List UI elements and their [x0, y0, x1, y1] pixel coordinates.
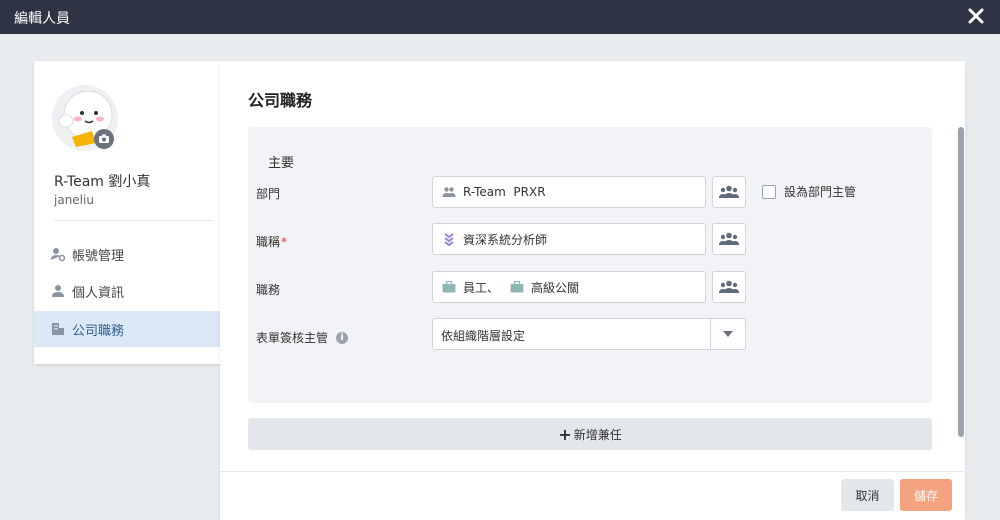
sidebar-divider	[54, 220, 214, 221]
sidebar-item-label: 公司職務	[72, 323, 125, 339]
department-label-text: 部門	[256, 187, 281, 201]
department-field[interactable]: R-Team PRXR	[432, 176, 706, 208]
sidebar-item-account[interactable]: 帳號管理	[34, 236, 220, 272]
footer-divider	[220, 471, 965, 472]
close-icon	[968, 8, 984, 24]
duty-value-1: 員工、	[463, 280, 500, 295]
set-dept-manager-checkbox[interactable]: 設為部門主管	[762, 183, 856, 200]
set-dept-manager-label: 設為部門主管	[784, 185, 857, 199]
group-icon	[441, 184, 457, 200]
info-icon[interactable]: i	[336, 331, 349, 344]
people-picker-icon	[719, 232, 739, 245]
sidebar-item-label: 帳號管理	[72, 248, 125, 264]
job-title-picker-button[interactable]	[712, 223, 746, 255]
primary-section: 主要 部門 R-Team PRXR 設為部門主管 職稱 * 資深系統分析師 職務…	[248, 127, 932, 403]
section-title: 主要	[268, 156, 295, 171]
profile-sidebar: R-Team 劉小真 janeliu 帳號管理 個人資訊 公司職務	[34, 61, 220, 364]
job-title-field[interactable]: 資深系統分析師	[432, 223, 706, 255]
required-mark: *	[281, 234, 288, 249]
page-title: 公司職務	[248, 91, 313, 110]
department-value: R-Team PRXR	[463, 185, 546, 199]
approver-label: 表單簽核主管 i	[256, 329, 349, 346]
close-button[interactable]	[964, 4, 988, 28]
company-duty-panel: 公司職務 主要 部門 R-Team PRXR 設為部門主管 職稱 * 資深系統分…	[220, 61, 965, 520]
chevron-down-icon	[723, 331, 733, 337]
approver-value: 依組織階層設定	[441, 329, 526, 343]
job-title-value: 資深系統分析師	[463, 232, 548, 247]
job-title-label-text: 職稱	[256, 235, 281, 249]
dialog-titlebar: 編輯人員	[0, 0, 1000, 34]
rank-icon	[441, 231, 457, 247]
people-picker-icon	[719, 185, 739, 198]
sidebar-item-company-duty[interactable]: 公司職務	[34, 311, 220, 347]
dialog-title: 編輯人員	[14, 11, 70, 27]
briefcase-icon	[441, 279, 457, 295]
department-label: 部門	[256, 185, 280, 202]
account-settings-icon	[50, 246, 66, 262]
save-button[interactable]: 儲存	[900, 479, 952, 511]
duty-label-text: 職務	[256, 283, 281, 297]
approver-label-text: 表單簽核主管	[256, 331, 329, 345]
camera-icon	[99, 134, 109, 143]
user-name: R-Team 劉小真	[54, 174, 151, 190]
scrollbar-thumb[interactable]	[958, 127, 964, 437]
add-concurrent-label: 新增兼任	[573, 427, 622, 442]
duty-picker-button[interactable]	[712, 271, 746, 303]
plus-icon: +	[558, 424, 572, 444]
sidebar-item-label: 個人資訊	[72, 285, 125, 301]
briefcase-icon	[509, 279, 525, 295]
approver-select[interactable]: 依組織階層設定	[432, 318, 746, 350]
dropdown-toggle[interactable]	[710, 319, 745, 349]
add-concurrent-position-button[interactable]: + 新增兼任	[248, 418, 932, 450]
department-picker-button[interactable]	[712, 176, 746, 208]
duty-value-2: 高級公關	[531, 280, 580, 295]
job-title-label: 職稱 *	[256, 233, 287, 250]
people-picker-icon	[719, 280, 739, 293]
user-id: janeliu	[54, 193, 94, 207]
change-photo-button[interactable]	[94, 129, 114, 149]
duty-field[interactable]: 員工、 高級公關	[432, 271, 706, 303]
duty-label: 職務	[256, 281, 280, 298]
checkbox-box	[762, 184, 776, 199]
sidebar-item-personal[interactable]: 個人資訊	[34, 273, 220, 309]
building-icon	[50, 321, 66, 337]
person-icon	[50, 283, 66, 299]
cancel-button[interactable]: 取消	[841, 479, 894, 511]
